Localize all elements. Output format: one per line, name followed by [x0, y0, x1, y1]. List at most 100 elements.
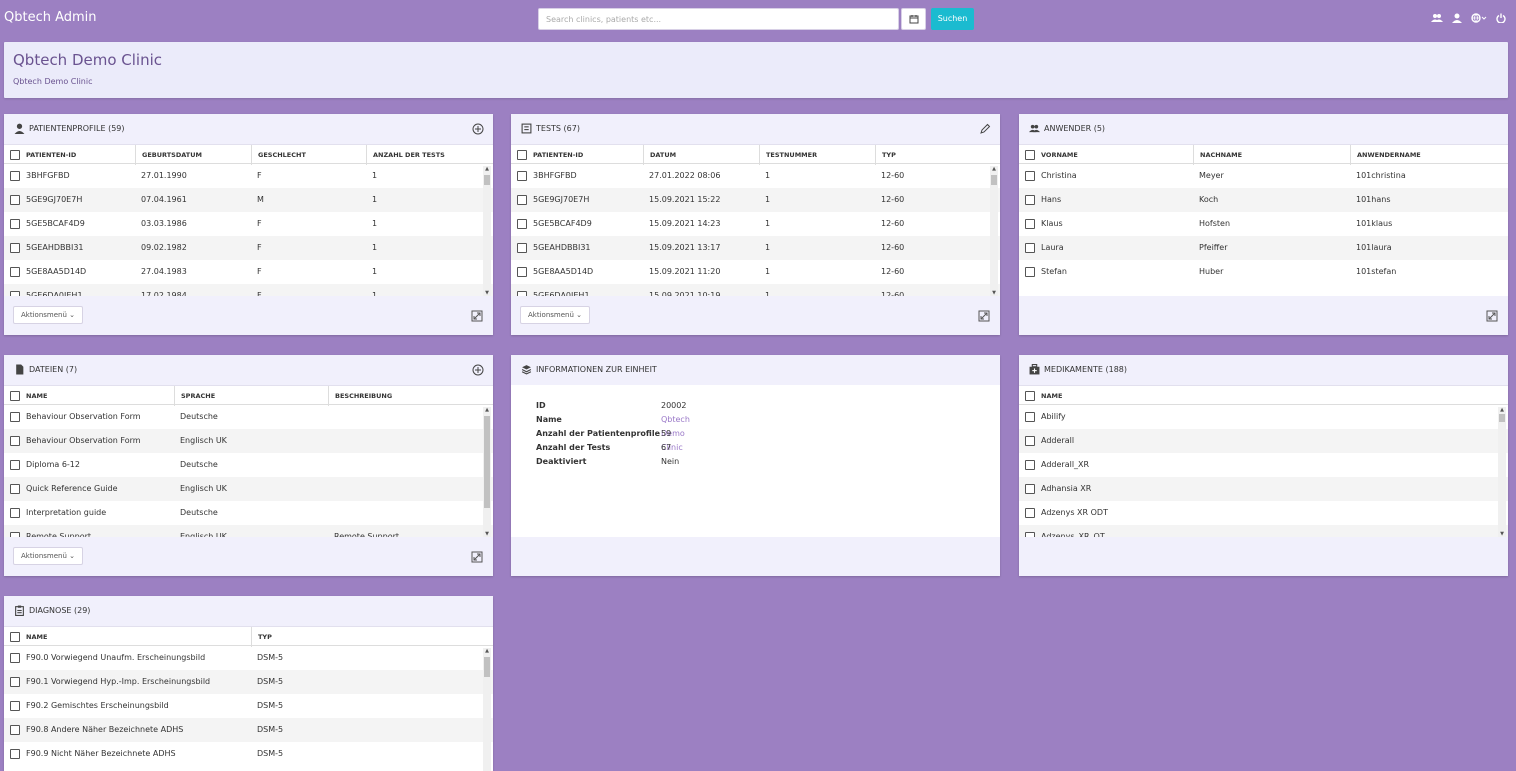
select-all-checkbox[interactable]: [10, 391, 20, 401]
table-row[interactable]: Adderall: [1019, 429, 1508, 453]
column-header[interactable]: ANWENDERNAME: [1350, 145, 1421, 165]
column-header[interactable]: SPRACHE: [174, 386, 215, 406]
table-row[interactable]: F90.2 Gemischtes Erscheinungsbild DSM-5: [4, 694, 493, 718]
table-row[interactable]: Stefan Huber 101stefan: [1019, 260, 1508, 284]
row-checkbox[interactable]: [10, 677, 20, 687]
row-checkbox[interactable]: [1025, 219, 1035, 229]
edit-icon[interactable]: [979, 123, 991, 135]
row-checkbox[interactable]: [10, 267, 20, 277]
scrollbar[interactable]: ▲ ▼: [483, 407, 491, 537]
row-checkbox[interactable]: [1025, 436, 1035, 446]
row-checkbox[interactable]: [517, 195, 527, 205]
column-header[interactable]: GESCHLECHT: [251, 145, 306, 165]
row-checkbox[interactable]: [1025, 460, 1035, 470]
table-row[interactable]: Interpretation guide Deutsche: [4, 501, 493, 525]
table-row[interactable]: 5GE6DA0IEH1 17.02.1984 F 1: [4, 284, 493, 296]
search-input[interactable]: [538, 8, 899, 30]
row-checkbox[interactable]: [10, 725, 20, 735]
scrollbar[interactable]: ▲ ▼: [483, 166, 491, 296]
table-row[interactable]: 5GE5BCAF4D9 03.03.1986 F 1: [4, 212, 493, 236]
column-header[interactable]: BESCHREIBUNG: [328, 386, 392, 406]
table-row[interactable]: Adzenys_XR_OT: [1019, 525, 1508, 537]
row-checkbox[interactable]: [10, 243, 20, 253]
table-row[interactable]: Behaviour Observation Form Englisch UK: [4, 429, 493, 453]
table-row[interactable]: Adhansia XR: [1019, 477, 1508, 501]
row-checkbox[interactable]: [1025, 484, 1035, 494]
expand-icon[interactable]: [471, 310, 483, 322]
app-title[interactable]: Qbtech Admin: [4, 10, 97, 25]
table-row[interactable]: Christina Meyer 101christina: [1019, 164, 1508, 188]
expand-icon[interactable]: [978, 310, 990, 322]
select-all-checkbox[interactable]: [1025, 391, 1035, 401]
column-header[interactable]: NACHNAME: [1193, 145, 1242, 165]
table-row[interactable]: Quick Reference Guide Englisch UK: [4, 477, 493, 501]
actions-menu-button[interactable]: Aktionsmenü ⌄: [13, 306, 83, 324]
table-row[interactable]: 5GE9GJ70E7H 07.04.1961 M 1: [4, 188, 493, 212]
table-row[interactable]: Remote Support Englisch UK Remote Support: [4, 525, 493, 537]
select-all-checkbox[interactable]: [10, 632, 20, 642]
row-checkbox[interactable]: [517, 243, 527, 253]
table-row[interactable]: F90.1 Vorwiegend Hyp.-Imp. Erscheinungsb…: [4, 670, 493, 694]
scrollbar[interactable]: ▲: [483, 648, 491, 771]
scrollbar[interactable]: ▲ ▼: [990, 166, 998, 296]
table-row[interactable]: Adderall_XR: [1019, 453, 1508, 477]
table-row[interactable]: 5GE6DA0IEH1 15.09.2021 10:19 1 12-60: [511, 284, 1000, 296]
row-checkbox[interactable]: [10, 484, 20, 494]
table-row[interactable]: 5GE8AA5D14D 27.04.1983 F 1: [4, 260, 493, 284]
table-row[interactable]: Hans Koch 101hans: [1019, 188, 1508, 212]
actions-menu-button[interactable]: Aktionsmenü ⌄: [520, 306, 590, 324]
column-header[interactable]: TESTNUMMER: [759, 145, 817, 165]
row-checkbox[interactable]: [1025, 243, 1035, 253]
select-all-checkbox[interactable]: [1025, 150, 1035, 160]
row-checkbox[interactable]: [1025, 171, 1035, 181]
select-all-checkbox[interactable]: [10, 150, 20, 160]
row-checkbox[interactable]: [1025, 508, 1035, 518]
column-header[interactable]: VORNAME: [1035, 145, 1078, 165]
column-header[interactable]: GEBURTSDATUM: [135, 145, 202, 165]
search-button[interactable]: Suchen: [931, 8, 974, 30]
row-checkbox[interactable]: [1025, 532, 1035, 537]
table-row[interactable]: Behaviour Observation Form Deutsche: [4, 405, 493, 429]
table-row[interactable]: 3BHFGFBD 27.01.2022 08:06 1 12-60: [511, 164, 1000, 188]
row-checkbox[interactable]: [10, 195, 20, 205]
row-checkbox[interactable]: [10, 653, 20, 663]
table-row[interactable]: F90.9 Nicht Näher Bezeichnete ADHS DSM-5: [4, 742, 493, 766]
row-checkbox[interactable]: [10, 412, 20, 422]
column-header[interactable]: TYP: [251, 627, 272, 647]
row-checkbox[interactable]: [10, 508, 20, 518]
actions-menu-button[interactable]: Aktionsmenü ⌄: [13, 547, 83, 565]
row-checkbox[interactable]: [517, 267, 527, 277]
row-checkbox[interactable]: [10, 701, 20, 711]
row-checkbox[interactable]: [517, 171, 527, 181]
add-patient-icon[interactable]: [472, 123, 484, 135]
table-row[interactable]: Laura Pfeiffer 101laura: [1019, 236, 1508, 260]
users-switch-icon[interactable]: [1431, 10, 1443, 26]
power-icon[interactable]: [1496, 10, 1506, 26]
column-header[interactable]: NAME: [20, 627, 47, 647]
table-row[interactable]: F90.0 Vorwiegend Unaufm. Erscheinungsbil…: [4, 646, 493, 670]
row-checkbox[interactable]: [10, 749, 20, 759]
user-icon[interactable]: [1452, 10, 1462, 26]
row-checkbox[interactable]: [1025, 195, 1035, 205]
column-header[interactable]: PATIENTEN-ID: [527, 145, 583, 165]
row-checkbox[interactable]: [517, 219, 527, 229]
row-checkbox[interactable]: [10, 460, 20, 470]
table-row[interactable]: Diploma 6-12 Deutsche: [4, 453, 493, 477]
table-row[interactable]: Klaus Hofsten 101klaus: [1019, 212, 1508, 236]
row-checkbox[interactable]: [1025, 412, 1035, 422]
row-checkbox[interactable]: [1025, 267, 1035, 277]
column-header[interactable]: DATUM: [643, 145, 676, 165]
add-file-icon[interactable]: [472, 364, 484, 376]
column-header[interactable]: NAME: [20, 386, 47, 406]
column-header[interactable]: NAME: [1035, 386, 1062, 406]
table-row[interactable]: Abilify: [1019, 405, 1508, 429]
row-checkbox[interactable]: [10, 436, 20, 446]
table-row[interactable]: 5GE5BCAF4D9 15.09.2021 14:23 1 12-60: [511, 212, 1000, 236]
table-row[interactable]: 5GE8AA5D14D 15.09.2021 11:20 1 12-60: [511, 260, 1000, 284]
calendar-button[interactable]: [901, 8, 926, 30]
column-header[interactable]: TYP: [875, 145, 896, 165]
table-row[interactable]: 5GEAHDBBI31 09.02.1982 F 1: [4, 236, 493, 260]
table-row[interactable]: 5GE9GJ70E7H 15.09.2021 15:22 1 12-60: [511, 188, 1000, 212]
globe-icon[interactable]: [1471, 10, 1487, 26]
row-checkbox[interactable]: [10, 219, 20, 229]
